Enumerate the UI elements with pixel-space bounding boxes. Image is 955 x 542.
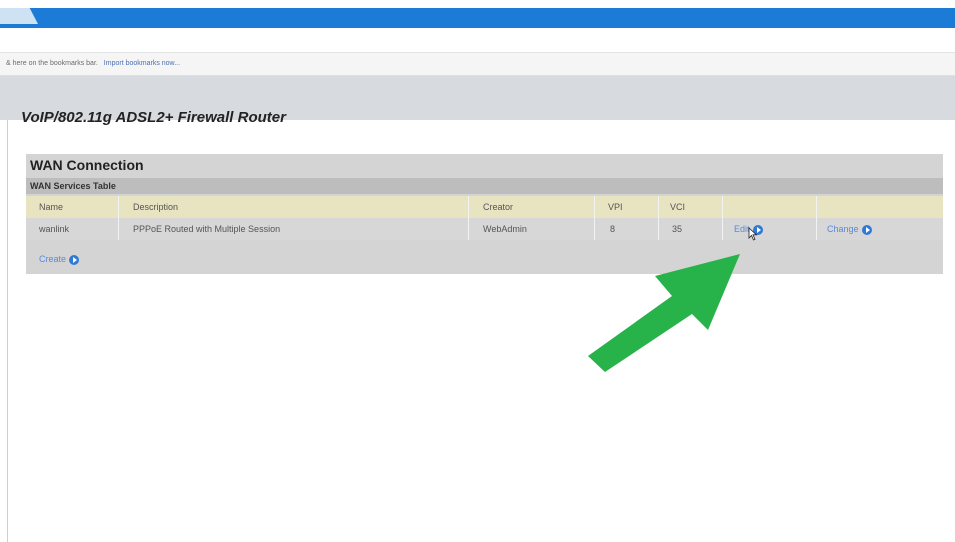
column-divider — [468, 196, 469, 218]
column-divider — [594, 218, 595, 240]
page-title: VoIP/802.11g ADSL2+ Firewall Router — [21, 109, 286, 126]
go-arrow-circle-icon[interactable] — [69, 254, 80, 265]
change-link[interactable]: Change — [827, 224, 859, 234]
browser-tab-strip — [0, 8, 955, 28]
create-link[interactable]: Create — [39, 254, 66, 264]
column-header-vpi: VPI — [608, 202, 623, 212]
column-divider — [118, 196, 119, 218]
create-action[interactable]: Create — [39, 254, 80, 265]
wan-connection-panel: WAN Connection WAN Services Table Name D… — [26, 154, 943, 274]
bookmarks-bar-text: & here on the bookmarks bar. — [6, 60, 98, 67]
cell-name: wanlink — [39, 224, 70, 234]
column-header-name: Name — [39, 202, 64, 212]
browser-top-bar — [0, 0, 955, 30]
wan-services-table-title: WAN Services Table — [26, 178, 943, 194]
go-arrow-circle-icon[interactable] — [861, 224, 872, 235]
column-header-description: Description — [133, 202, 179, 212]
column-divider — [722, 218, 723, 240]
cell-creator: WebAdmin — [483, 224, 527, 234]
browser-toolbar — [0, 28, 955, 53]
column-divider — [658, 218, 659, 240]
column-header-creator: Creator — [483, 202, 514, 212]
wan-services-table: Name Description Creator VPI VCI wanlink… — [26, 196, 943, 240]
column-divider — [118, 218, 119, 240]
import-bookmarks-link[interactable]: Import bookmarks now... — [104, 60, 180, 67]
column-header-vci: VCI — [670, 202, 686, 212]
column-divider — [816, 218, 817, 240]
table-row: wanlink PPPoE Routed with Multiple Sessi… — [26, 218, 943, 240]
column-divider — [468, 218, 469, 240]
column-divider — [816, 196, 817, 218]
create-row: Create — [26, 242, 943, 272]
cell-vpi: 8 — [610, 224, 616, 234]
wan-connection-title: WAN Connection — [30, 157, 144, 173]
annotation-arrow-icon — [588, 254, 740, 372]
cell-vci: 35 — [672, 224, 683, 234]
table-header-row: Name Description Creator VPI VCI — [26, 196, 943, 218]
column-divider — [722, 196, 723, 218]
column-divider — [594, 196, 595, 218]
cell-description: PPPoE Routed with Multiple Session — [133, 224, 281, 234]
mouse-pointer-icon — [748, 227, 758, 241]
page-left-rule — [7, 120, 8, 542]
change-action[interactable]: Change — [827, 218, 872, 240]
column-divider — [658, 196, 659, 218]
bookmarks-bar: & here on the bookmarks bar. Import book… — [0, 53, 955, 76]
